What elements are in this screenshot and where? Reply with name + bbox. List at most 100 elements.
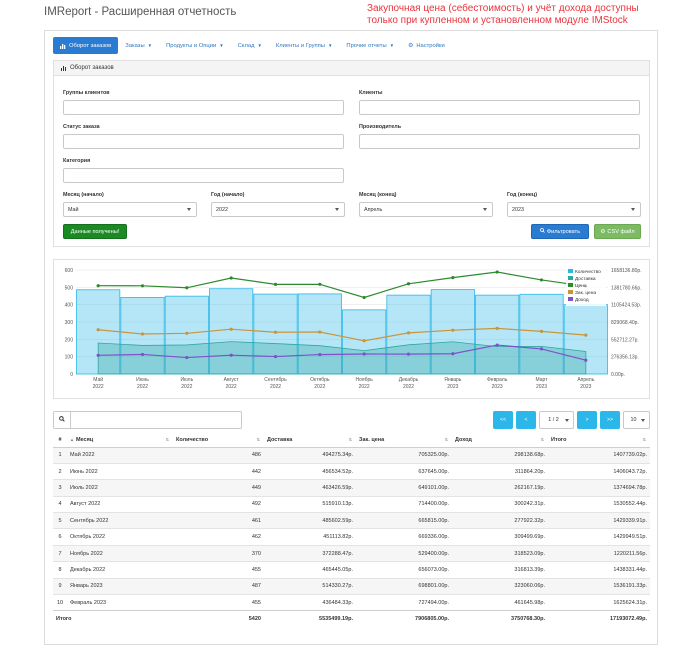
caret-down-icon: ▼ — [219, 43, 224, 48]
chevron-down-icon — [483, 208, 487, 211]
chart-point — [140, 284, 145, 288]
table-cell: 1 — [53, 446, 67, 464]
table-row: 1 Май 2022 486 494275.34р. 705325.00р. 298138… — [53, 446, 650, 464]
filter-button[interactable]: Фильтровать — [531, 224, 589, 239]
chart-point — [318, 330, 322, 334]
x-tick-label: Апрель — [577, 377, 594, 383]
table-row: 5 Сентябрь 2022 461 485602.59р. 665815.00р. 2… — [53, 512, 650, 529]
button-label: Фильтровать — [546, 228, 581, 235]
table-cell: 1374694.78р. — [548, 479, 650, 497]
nav-menu-stock[interactable]: Склад ▼ — [231, 37, 269, 54]
x-tick-label: Сентябрь — [264, 377, 287, 383]
chart-point — [273, 282, 278, 286]
table-cell: 1220211.56р. — [548, 544, 650, 562]
chart-point — [539, 347, 544, 351]
chart-point — [185, 355, 189, 360]
next-page-button[interactable]: > — [577, 411, 597, 429]
column-header-label: Месяц — [75, 436, 94, 443]
nav-menu-settings[interactable]: ⚙ Настройки — [401, 37, 452, 54]
month-end-select[interactable]: Апрель — [359, 202, 493, 217]
prev-page-button[interactable]: < — [516, 411, 536, 429]
report-nav: Оборот заказов Заказы ▼ Продукты и Опции ▼… — [53, 37, 452, 54]
month-end-label: Месяц (конец) — [359, 192, 397, 198]
first-page-button[interactable]: << — [493, 411, 513, 429]
column-header-purchase-price[interactable]: Зак. цена ⇅ — [356, 433, 452, 448]
chart-point — [318, 282, 322, 286]
csv-export-button[interactable]: ⚙ CSV файл — [594, 224, 641, 239]
nav-menu-other-reports[interactable]: Прочие отчеты ▼ — [339, 37, 401, 54]
table-cell: 486 — [173, 446, 264, 464]
client-groups-label: Группы клиентов — [63, 90, 110, 96]
search-input[interactable] — [70, 411, 242, 429]
search-button[interactable] — [53, 411, 71, 429]
table-cell: 637645.00р. — [356, 462, 452, 480]
y-left-tick-label: 0 — [70, 372, 73, 378]
page-select[interactable]: 1 / 2 — [539, 411, 574, 429]
y-right-tick-label: 1105424.53р. — [611, 303, 641, 309]
last-page-button[interactable]: >> — [600, 411, 620, 429]
table-cell: Январь 2023 — [67, 577, 173, 595]
table-cell: 5 — [53, 512, 67, 529]
year-start-select[interactable]: 2022 — [211, 202, 345, 217]
month-start-select[interactable]: Май — [63, 202, 197, 217]
x-tick-label: 2022 — [181, 384, 192, 390]
column-header-total[interactable]: Итого ⇅ — [548, 433, 650, 448]
per-page-select[interactable]: 10 — [623, 411, 650, 429]
search-icon — [539, 228, 545, 235]
table-cell: 316813.39р. — [452, 561, 548, 579]
table-row: 10 Февраль 2023 455 436484.33р. 727494.00р. 4… — [53, 594, 650, 611]
client-groups-field[interactable] — [63, 100, 344, 115]
column-header-month[interactable]: ▲ Месяц ⇅ — [67, 433, 173, 448]
table-total-cell: 5535499.19р. — [264, 610, 356, 627]
table-cell: 1625624.31р. — [548, 594, 650, 611]
nav-menu-label: Настройки — [416, 42, 445, 49]
nav-menu-products[interactable]: Продукты и Опции ▼ — [159, 37, 231, 54]
legend-label: Доставка — [575, 276, 596, 282]
y-right-tick-label: 1381780.66р. — [611, 285, 642, 291]
nav-menu-orders[interactable]: Заказы ▼ — [118, 37, 159, 54]
column-header-quantity[interactable]: Количество ⇅ — [173, 433, 264, 448]
chart-point — [362, 295, 366, 300]
sort-icon: ⇅ — [642, 437, 646, 442]
table-cell: 455 — [173, 594, 264, 611]
chart-point — [451, 328, 455, 332]
column-header-delivery[interactable]: Доставка ⇅ — [264, 433, 356, 448]
manufacturer-field[interactable] — [359, 134, 640, 149]
search-icon — [59, 416, 65, 424]
per-page-value: 10 — [630, 417, 637, 423]
column-header-income[interactable]: Доход ⇅ — [452, 433, 548, 448]
data-received-button[interactable]: Данные получены! — [63, 224, 127, 239]
caret-down-icon: ▼ — [389, 43, 395, 48]
module-notice: Закупочная цена (себестоимость) и учёт д… — [367, 3, 639, 26]
caret-down-icon: ▼ — [327, 43, 333, 48]
chart-point — [584, 333, 588, 337]
y-right-tick-label: 276356.13р. — [611, 355, 639, 361]
order-status-field[interactable] — [63, 134, 344, 149]
clients-field[interactable] — [359, 100, 640, 115]
x-tick-label: 2022 — [270, 384, 281, 390]
turnover-chart: 0 100 200 300 400 500 600 0.00р. 276356.13р. 5527… — [53, 259, 650, 399]
table-cell: 451113.82р. — [264, 528, 356, 546]
year-end-select[interactable]: 2023 — [507, 202, 641, 217]
button-label: Данные получены! — [70, 228, 120, 235]
table-row: 9 Январь 2023 487 514330.27р. 698801.00р. 323… — [53, 577, 650, 595]
table-cell: Февраль 2023 — [67, 594, 173, 611]
x-tick-label: Май — [93, 376, 103, 383]
legend-swatch — [568, 297, 573, 301]
chart-point — [362, 339, 366, 343]
table-cell: 1530552.44р. — [548, 495, 650, 513]
manufacturer-label: Производитель — [359, 124, 402, 130]
chart-point — [140, 332, 145, 336]
category-field[interactable] — [63, 168, 344, 183]
app-title: IMReport - Расширенная отчетность — [44, 6, 237, 18]
column-header-index[interactable]: # — [53, 433, 67, 448]
gears-icon: ⚙ — [600, 228, 606, 235]
nav-menu-clients[interactable]: Клиенты и Группы ▼ — [269, 37, 340, 54]
table-cell: 1407739.02р. — [548, 446, 650, 464]
table-header-row: # ▲ Месяц ⇅ Количество ⇅ Доставка ⇅ Зак. цен… — [53, 433, 650, 448]
x-tick-label: 2022 — [403, 384, 414, 390]
report-table: # ▲ Месяц ⇅ Количество ⇅ Доставка ⇅ Зак. цен… — [53, 433, 650, 627]
table-cell: 705325.00р. — [356, 446, 452, 464]
nav-tab-orders-turnover[interactable]: Оборот заказов — [53, 37, 119, 54]
table-cell: Июнь 2022 — [67, 462, 173, 480]
